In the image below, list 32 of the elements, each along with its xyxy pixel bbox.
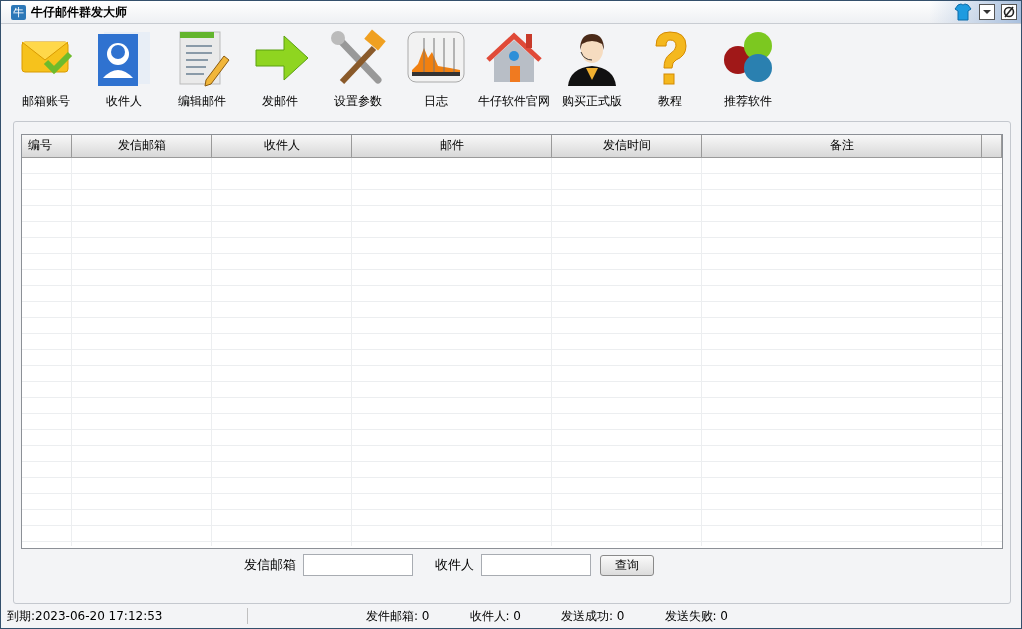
toolbar-button[interactable]: 设置参数 [319, 28, 397, 113]
column-header[interactable]: 邮件 [352, 134, 552, 158]
shirt-icon[interactable] [953, 3, 973, 21]
query-button[interactable]: 查询 [600, 554, 654, 576]
app-icon: 牛 [11, 4, 26, 20]
toolbar-button[interactable]: 推荐软件 [709, 28, 787, 113]
status-counter: 发送成功: 0 [561, 607, 625, 625]
status-counter: 发件邮箱: 0 [366, 607, 430, 625]
toolbar-button[interactable]: 教程 [631, 28, 709, 113]
column-header[interactable]: 发信时间 [552, 134, 702, 158]
column-header[interactable]: 收件人 [212, 134, 352, 158]
field-label: 收件人 [435, 556, 474, 575]
status-counter: 发送失败: 0 [664, 607, 728, 625]
toolbar-button[interactable]: 编辑邮件 [163, 28, 241, 113]
column-header[interactable]: 编号 [22, 134, 72, 158]
toolbar-button[interactable]: 牛仔软件官网 [475, 28, 553, 113]
toolbar-button[interactable]: 购买正式版 [553, 28, 631, 113]
toolbar-button[interactable]: 日志 [397, 28, 475, 113]
toolbar-button[interactable]: 收件人 [85, 28, 163, 113]
sender-input[interactable] [303, 554, 413, 577]
status-counter: 收件人: 0 [469, 607, 521, 625]
expiry-text: 到期:2023-06-20 17:12:53 [7, 607, 164, 625]
minimize-button[interactable] [979, 4, 995, 20]
recipient-input[interactable] [481, 554, 591, 577]
toolbar-button[interactable]: 邮箱账号 [7, 28, 85, 113]
field-label: 发信邮箱 [244, 556, 296, 575]
caret-icon [982, 9, 992, 15]
column-header[interactable]: 发信邮箱 [72, 134, 212, 158]
column-header[interactable]: 备注 [702, 134, 982, 158]
close-button[interactable] [1001, 4, 1017, 20]
toolbar-button[interactable]: 发邮件 [241, 28, 319, 113]
window-title: 牛仔邮件群发大师 [31, 3, 127, 21]
